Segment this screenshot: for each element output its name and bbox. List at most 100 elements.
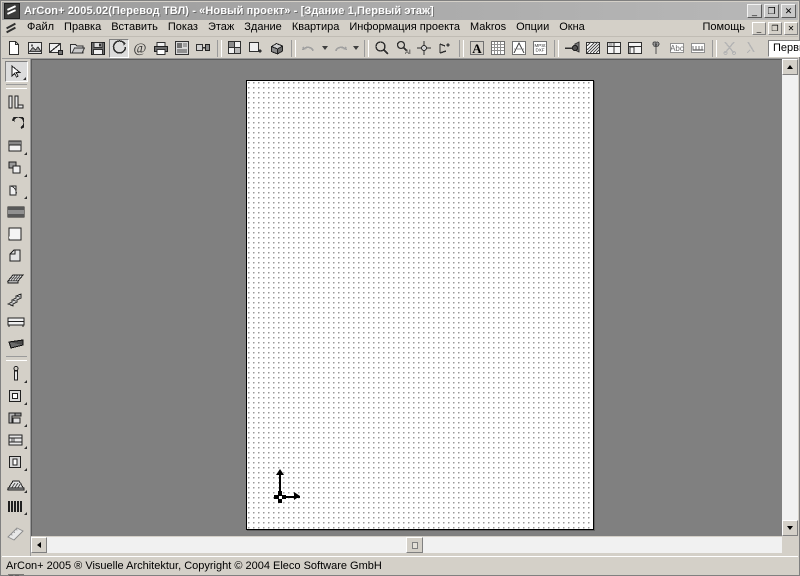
- cut-tool-icon: [741, 39, 761, 58]
- menu-item-view[interactable]: Показ: [163, 20, 203, 36]
- scroll-up-button[interactable]: [782, 59, 798, 75]
- undo-dropdown-arrow-icon[interactable]: [320, 39, 330, 58]
- print-icon[interactable]: [151, 39, 171, 58]
- close-button[interactable]: ✕: [781, 4, 796, 18]
- balcony-icon[interactable]: [5, 429, 28, 450]
- grid-icon[interactable]: [488, 39, 508, 58]
- chimney-icon[interactable]: [5, 407, 28, 428]
- drawing-page[interactable]: [246, 80, 594, 530]
- arcon-logo-icon[interactable]: [4, 3, 20, 19]
- arcon-small-logo-icon[interactable]: [4, 21, 19, 35]
- mdi-close-button[interactable]: ✕: [784, 22, 798, 35]
- mdi-minimize-button[interactable]: _: [752, 22, 766, 35]
- snap-icon[interactable]: [509, 39, 529, 58]
- maximize-button[interactable]: ❐: [764, 4, 779, 18]
- scroll-down-button[interactable]: [782, 520, 798, 536]
- menu-bar-right: Помощь _ ❐ ✕: [698, 20, 799, 36]
- flyout-corner-icon[interactable]: [24, 446, 27, 449]
- menu-item-building[interactable]: Здание: [239, 20, 287, 36]
- document-client-area[interactable]: [31, 59, 798, 536]
- roof-icon[interactable]: [625, 39, 645, 58]
- menu-item-edit[interactable]: Правка: [59, 20, 106, 36]
- hatch-settings-icon[interactable]: MPSt DXF: [530, 39, 550, 58]
- redo-dropdown-arrow-icon[interactable]: [351, 39, 361, 58]
- layout-icon[interactable]: [193, 39, 213, 58]
- wall-layer-icon[interactable]: [5, 135, 28, 156]
- flyout-corner-icon[interactable]: [24, 380, 27, 383]
- ceiling-icon[interactable]: [5, 245, 28, 266]
- 3d-view-icon[interactable]: [267, 39, 287, 58]
- flyout-corner-icon[interactable]: [24, 512, 27, 515]
- construction-view-icon[interactable]: [225, 39, 245, 58]
- mdi-restore-button[interactable]: ❐: [768, 22, 782, 35]
- vertical-scrollbar[interactable]: [782, 59, 798, 536]
- save-icon[interactable]: [88, 39, 108, 58]
- opening-icon[interactable]: [5, 385, 28, 406]
- flyout-corner-icon[interactable]: [24, 402, 27, 405]
- furniture-bed-icon[interactable]: [5, 311, 28, 332]
- menu-item-options[interactable]: Опции: [511, 20, 554, 36]
- menu-item-project-info[interactable]: Информация проекта: [344, 20, 465, 36]
- dimension-icon[interactable]: [688, 39, 708, 58]
- menu-item-help[interactable]: Помощь: [698, 20, 751, 36]
- wall-straight-icon[interactable]: [5, 91, 28, 112]
- flyout-corner-icon[interactable]: [24, 424, 27, 427]
- horizontal-scrollbar[interactable]: [31, 537, 782, 553]
- menu-bar: Файл Правка Вставить Показ Этаж Здание К…: [2, 20, 798, 37]
- open-folder-icon[interactable]: [67, 39, 87, 58]
- select-arrow-icon[interactable]: [5, 61, 28, 82]
- wall-curved-icon[interactable]: [5, 113, 28, 134]
- scroll-left-button[interactable]: [31, 537, 47, 553]
- window-icon[interactable]: [5, 157, 28, 178]
- stairs-3d-icon[interactable]: [5, 289, 28, 310]
- stairs-rail-icon[interactable]: [5, 201, 28, 222]
- storey-select[interactable]: Первый этаж: [768, 40, 800, 57]
- stairs-icon[interactable]: [5, 267, 28, 288]
- zoom-icon[interactable]: [372, 39, 392, 58]
- thumb-grip-icon: [412, 542, 418, 549]
- h-scroll-thumb[interactable]: [406, 537, 423, 553]
- print-preview-icon[interactable]: [172, 39, 192, 58]
- design-view-icon[interactable]: [246, 39, 266, 58]
- main-toolbar: @: [2, 38, 798, 59]
- menu-item-file[interactable]: Файл: [22, 20, 59, 36]
- svg-text:Abc: Abc: [670, 44, 684, 53]
- flyout-corner-icon[interactable]: [23, 77, 26, 80]
- room-icon[interactable]: [5, 223, 28, 244]
- menu-item-storey[interactable]: Этаж: [203, 20, 239, 36]
- lamp-icon[interactable]: [562, 39, 582, 58]
- menu-item-insert[interactable]: Вставить: [106, 20, 163, 36]
- flyout-corner-icon[interactable]: [24, 196, 27, 199]
- fence-icon[interactable]: [5, 495, 28, 516]
- open-image-icon[interactable]: [25, 39, 45, 58]
- window-dim-icon[interactable]: [604, 39, 624, 58]
- flyout-corner-icon[interactable]: [24, 152, 27, 155]
- abc-icon[interactable]: Abc: [667, 39, 687, 58]
- flyout-corner-icon[interactable]: [24, 468, 27, 471]
- menu-item-windows[interactable]: Окна: [554, 20, 590, 36]
- design-mode-icon[interactable]: [109, 39, 129, 58]
- title-bar[interactable]: ArCon+ 2005.02(Перевод ТВЛ) - «Новый про…: [2, 2, 798, 20]
- minimize-button[interactable]: _: [747, 4, 762, 18]
- undo-icon[interactable]: [299, 39, 319, 58]
- roof-window-icon[interactable]: [5, 473, 28, 494]
- flyout-corner-icon[interactable]: [24, 174, 27, 177]
- text-icon[interactable]: A: [467, 39, 487, 58]
- redo-icon[interactable]: [330, 39, 350, 58]
- plant-icon[interactable]: [646, 39, 666, 58]
- column-icon[interactable]: [5, 363, 28, 384]
- bathtub-icon[interactable]: [5, 333, 28, 354]
- measure-tool-icon[interactable]: [5, 522, 28, 543]
- flyout-corner-icon[interactable]: [24, 490, 27, 493]
- new-project-icon[interactable]: [4, 39, 24, 58]
- wall-hatch-icon[interactable]: [583, 39, 603, 58]
- menu-item-apartment[interactable]: Квартира: [287, 20, 345, 36]
- pan-icon[interactable]: [414, 39, 434, 58]
- terrace-icon[interactable]: [5, 451, 28, 472]
- menu-item-makros[interactable]: Makros: [465, 20, 511, 36]
- import-dxf-icon[interactable]: [46, 39, 66, 58]
- door-icon[interactable]: [5, 179, 28, 200]
- move-view-icon[interactable]: [435, 39, 455, 58]
- at-sign-icon[interactable]: @: [130, 39, 150, 58]
- zoom-all-icon[interactable]: All: [393, 39, 413, 58]
